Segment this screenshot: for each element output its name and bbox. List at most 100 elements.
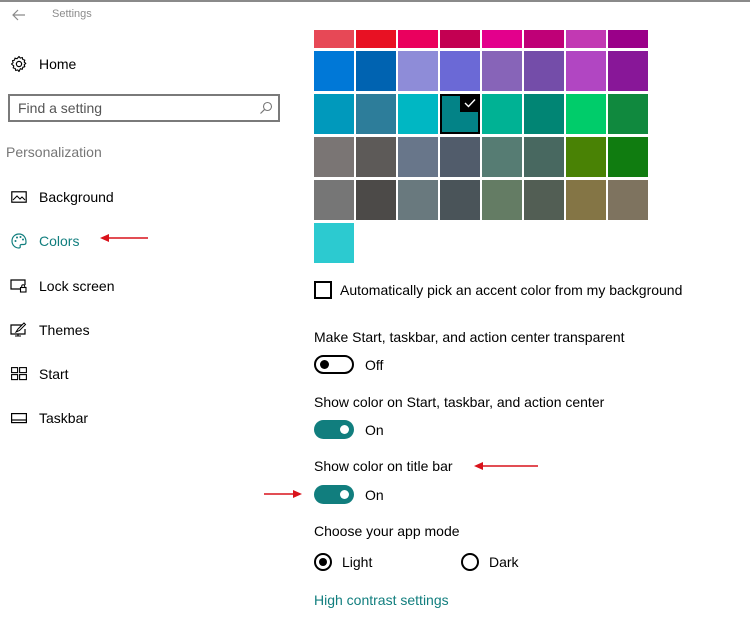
- color-swatch[interactable]: [440, 51, 480, 91]
- sidebar-item-label: Start: [39, 366, 69, 382]
- app-mode-label: Choose your app mode: [314, 523, 460, 539]
- window-top-border: [0, 0, 750, 2]
- color-swatch[interactable]: [482, 94, 522, 134]
- color-swatch[interactable]: [482, 180, 522, 220]
- color-start-toggle[interactable]: [314, 420, 354, 439]
- sidebar-item-themes[interactable]: Themes: [10, 318, 90, 342]
- color-swatch[interactable]: [356, 94, 396, 134]
- dark-label: Dark: [489, 554, 519, 570]
- color-swatch[interactable]: [482, 51, 522, 91]
- color-title-toggle[interactable]: [314, 485, 354, 504]
- color-swatch[interactable]: [566, 137, 606, 177]
- auto-accent-label: Automatically pick an accent color from …: [340, 282, 683, 298]
- annotation-arrow: [474, 462, 538, 470]
- color-swatch[interactable]: [440, 94, 480, 134]
- checkmark-icon: [460, 94, 480, 112]
- picture-icon: [10, 188, 28, 206]
- sidebar-item-label: Lock screen: [39, 278, 115, 294]
- color-start-state: On: [365, 421, 384, 438]
- color-swatch[interactable]: [482, 30, 522, 48]
- color-start-toggle-row[interactable]: On: [314, 420, 384, 439]
- color-swatch[interactable]: [524, 51, 564, 91]
- color-swatch[interactable]: [524, 94, 564, 134]
- lock-screen-icon: [10, 277, 28, 295]
- back-button[interactable]: [10, 6, 28, 24]
- color-swatch[interactable]: [314, 223, 354, 263]
- light-radio[interactable]: [314, 553, 332, 571]
- search-icon[interactable]: [258, 100, 274, 116]
- color-swatch[interactable]: [482, 137, 522, 177]
- sidebar-item-label: Taskbar: [39, 410, 89, 426]
- color-swatch[interactable]: [608, 180, 648, 220]
- color-swatch[interactable]: [566, 30, 606, 48]
- color-swatch[interactable]: [398, 51, 438, 91]
- sidebar-item-label: Colors: [39, 233, 80, 249]
- transparent-toggle-row[interactable]: Off: [314, 355, 383, 374]
- color-swatch[interactable]: [608, 51, 648, 91]
- app-mode-light-option[interactable]: Light: [314, 553, 372, 571]
- color-swatch[interactable]: [356, 137, 396, 177]
- color-swatch[interactable]: [524, 180, 564, 220]
- auto-accent-checkbox-row[interactable]: Automatically pick an accent color from …: [314, 281, 682, 299]
- color-title-state: On: [365, 486, 384, 503]
- color-swatch[interactable]: [314, 94, 354, 134]
- color-swatch[interactable]: [566, 51, 606, 91]
- sidebar-item-colors[interactable]: Colors: [10, 229, 79, 253]
- annotation-arrow: [264, 490, 302, 498]
- light-label: Light: [342, 554, 373, 570]
- color-swatch[interactable]: [440, 137, 480, 177]
- app-mode-dark-option[interactable]: Dark: [461, 553, 519, 571]
- color-swatch[interactable]: [314, 30, 354, 48]
- sidebar-item-label: Themes: [39, 322, 90, 338]
- section-header: Personalization: [6, 144, 102, 160]
- color-swatch[interactable]: [608, 94, 648, 134]
- color-swatch[interactable]: [314, 137, 354, 177]
- transparent-label: Make Start, taskbar, and action center t…: [314, 329, 625, 345]
- color-swatch[interactable]: [440, 30, 480, 48]
- color-swatch[interactable]: [356, 51, 396, 91]
- gear-icon: [10, 55, 28, 73]
- app-title: Settings: [52, 8, 92, 20]
- sidebar-item-taskbar[interactable]: Taskbar: [10, 406, 88, 430]
- color-swatch[interactable]: [398, 30, 438, 48]
- high-contrast-link[interactable]: High contrast settings: [314, 592, 449, 608]
- color-swatch[interactable]: [524, 137, 564, 177]
- transparent-state: Off: [365, 356, 384, 373]
- color-title-toggle-row[interactable]: On: [314, 485, 384, 504]
- color-swatch[interactable]: [608, 30, 648, 48]
- annotation-arrow: [100, 234, 148, 242]
- toggle-knob: [320, 360, 329, 369]
- dark-radio[interactable]: [461, 553, 479, 571]
- sidebar-item-background[interactable]: Background: [10, 185, 114, 209]
- toggle-knob: [340, 425, 349, 434]
- transparent-toggle[interactable]: [314, 355, 354, 374]
- color-swatch[interactable]: [566, 180, 606, 220]
- color-swatch[interactable]: [314, 51, 354, 91]
- start-tiles-icon: [10, 365, 28, 383]
- color-swatch[interactable]: [398, 137, 438, 177]
- sidebar-item-start[interactable]: Start: [10, 362, 69, 386]
- auto-accent-checkbox[interactable]: [314, 281, 332, 299]
- color-swatch[interactable]: [524, 30, 564, 48]
- color-title-label: Show color on title bar: [314, 458, 453, 474]
- color-swatch[interactable]: [398, 180, 438, 220]
- taskbar-icon: [10, 409, 28, 427]
- palette-icon: [10, 232, 28, 250]
- home-nav-item[interactable]: Home: [10, 52, 76, 76]
- search-box[interactable]: [8, 94, 280, 122]
- home-label: Home: [39, 56, 77, 72]
- color-swatch[interactable]: [356, 30, 396, 48]
- sidebar-item-label: Background: [39, 189, 114, 205]
- color-swatch[interactable]: [608, 137, 648, 177]
- color-swatch[interactable]: [398, 94, 438, 134]
- search-input[interactable]: [10, 96, 250, 120]
- sidebar-item-lock-screen[interactable]: Lock screen: [10, 274, 114, 298]
- toggle-knob: [340, 490, 349, 499]
- color-swatch[interactable]: [356, 180, 396, 220]
- themes-icon: [10, 321, 28, 339]
- color-swatch[interactable]: [440, 180, 480, 220]
- color-swatch[interactable]: [314, 180, 354, 220]
- color-start-label: Show color on Start, taskbar, and action…: [314, 394, 605, 410]
- color-swatch[interactable]: [566, 94, 606, 134]
- back-arrow-icon: [12, 9, 25, 21]
